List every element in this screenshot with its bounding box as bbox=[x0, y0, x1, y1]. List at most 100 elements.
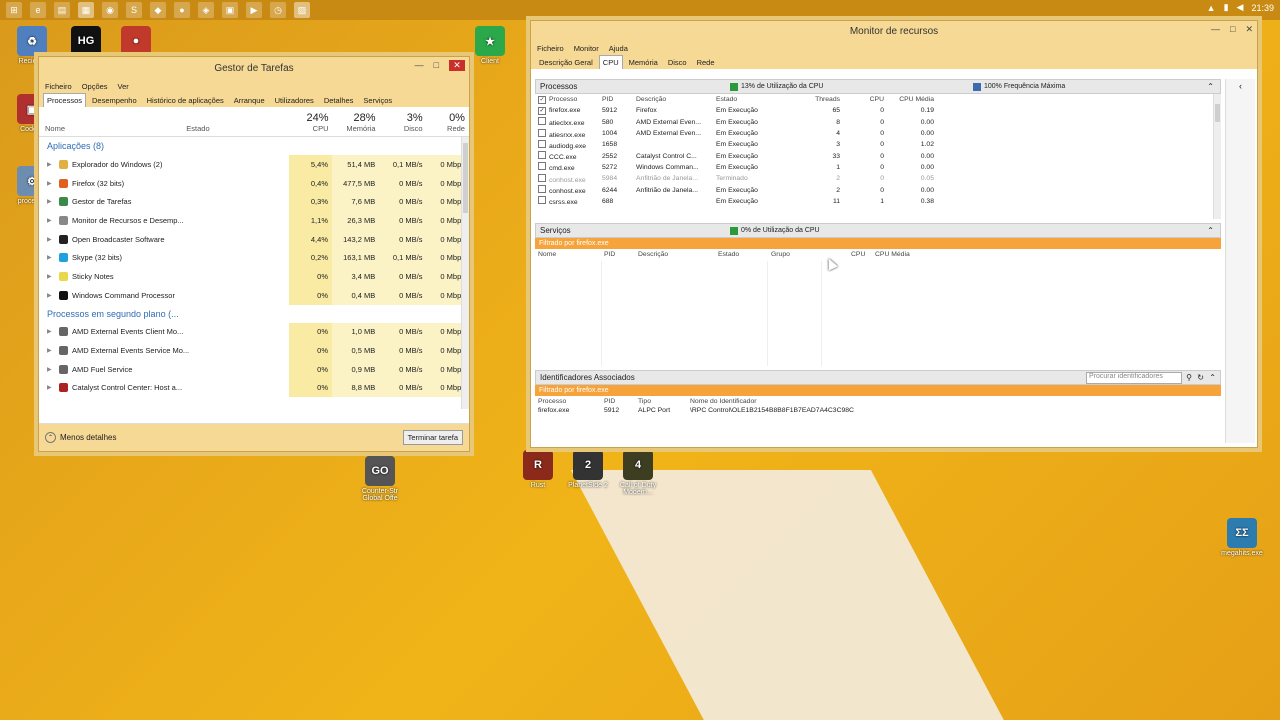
table-row[interactable]: ▶ Explorador do Windows (2) 5,4% 51,4 MB 0,1… bbox=[39, 155, 469, 174]
process-checkbox[interactable] bbox=[538, 162, 546, 171]
process-checkbox[interactable] bbox=[538, 185, 546, 194]
col-pid[interactable]: PID bbox=[602, 96, 636, 103]
collapse-icon[interactable]: ⌃ bbox=[1207, 226, 1214, 235]
col-memory[interactable]: 28% Memória bbox=[333, 112, 380, 133]
tab-memory[interactable]: Memória bbox=[625, 55, 662, 69]
expand-arrow-icon[interactable]: ▶ bbox=[47, 328, 55, 335]
taskbar-clock-icon[interactable]: ◷ bbox=[270, 2, 286, 18]
expand-arrow-icon[interactable]: ▶ bbox=[47, 366, 55, 373]
taskbar-app1-icon[interactable]: ◆ bbox=[150, 2, 166, 18]
taskbar-vs-icon[interactable]: ◈ bbox=[198, 2, 214, 18]
col-name[interactable]: Nome bbox=[39, 124, 186, 133]
expand-arrow-icon[interactable]: ▶ bbox=[47, 292, 55, 299]
table-row[interactable]: ▶ Windows Command Processor 0% 0,4 MB 0 MB/s… bbox=[39, 285, 469, 305]
col-description[interactable]: Descrição bbox=[638, 251, 718, 258]
col-group[interactable]: Grupo bbox=[771, 251, 851, 258]
refresh-icon[interactable]: ↻ bbox=[1197, 373, 1204, 382]
process-checkbox[interactable] bbox=[538, 151, 546, 160]
resmon-titlebar[interactable]: Monitor de recursos — □ ✕ bbox=[531, 21, 1257, 41]
process-checkbox[interactable] bbox=[538, 128, 546, 137]
col-description[interactable]: Descrição bbox=[636, 96, 716, 103]
col-cpu[interactable]: CPU bbox=[840, 96, 884, 103]
menu-help[interactable]: Ajuda bbox=[609, 44, 628, 53]
expand-arrow-icon[interactable]: ▶ bbox=[47, 273, 55, 280]
process-checkbox[interactable] bbox=[538, 139, 546, 148]
taskbar-folder-icon[interactable]: ▤ bbox=[54, 2, 70, 18]
clock[interactable]: 21:39 bbox=[1251, 3, 1274, 13]
table-row[interactable]: CCC.exe 2552 Catalyst Control C... Em Execu… bbox=[538, 150, 1221, 161]
chevron-up-icon[interactable]: ⌃ bbox=[45, 432, 56, 443]
col-cpu[interactable]: CPU bbox=[851, 251, 875, 258]
processes-scrollbar[interactable] bbox=[1213, 94, 1221, 219]
fewer-details-link[interactable]: Menos detalhes bbox=[60, 433, 116, 442]
expand-arrow-icon[interactable]: ▶ bbox=[47, 217, 55, 224]
expand-arrow-icon[interactable]: ▶ bbox=[47, 254, 55, 261]
table-row[interactable]: ▶ Gestor de Tarefas 0,3% 7,6 MB 0 MB/s 0 Mbps bbox=[39, 192, 469, 212]
expand-arrow-icon[interactable]: ▶ bbox=[47, 198, 55, 205]
tab-network[interactable]: Rede bbox=[693, 55, 719, 69]
col-cpu[interactable]: 24% CPU bbox=[289, 112, 332, 133]
desktop-icon[interactable]: ● bbox=[108, 26, 164, 58]
col-state[interactable]: Estado bbox=[716, 96, 800, 103]
col-cpu-avg[interactable]: CPU Média bbox=[884, 96, 934, 103]
taskbar-store-icon[interactable]: ▣ bbox=[222, 2, 238, 18]
select-all-checkbox[interactable]: ✓ bbox=[538, 95, 546, 104]
table-row[interactable]: ▶ Catalyst Control Center: Host a... 0% 8,8… bbox=[39, 378, 469, 398]
table-row[interactable]: conhost.exe 5984 Anfitrião de Janela... Ter… bbox=[538, 173, 1221, 184]
scroll-thumb[interactable] bbox=[1215, 104, 1220, 122]
tab-startup[interactable]: Arranque bbox=[230, 93, 269, 107]
menu-file[interactable]: Ficheiro bbox=[45, 82, 72, 91]
col-state[interactable]: Estado bbox=[718, 251, 771, 258]
table-row[interactable]: cmd.exe 5272 Windows Comman... Em Execução 1… bbox=[538, 162, 1221, 173]
tab-details[interactable]: Detalhes bbox=[320, 93, 358, 107]
table-row[interactable]: ▶ Open Broadcaster Software 4,4% 143,2 MB 0 … bbox=[39, 229, 469, 249]
network-icon[interactable]: ▮ bbox=[1224, 2, 1229, 13]
menu-monitor[interactable]: Monitor bbox=[574, 44, 599, 53]
table-row[interactable]: ▶ Monitor de Recursos e Desemp... 1,1% 26,3… bbox=[39, 211, 469, 230]
taskbar-ie-icon[interactable]: e bbox=[30, 2, 46, 18]
table-row[interactable]: conhost.exe 6244 Anfitrião de Janela... Em … bbox=[538, 184, 1221, 195]
close-button[interactable]: ✕ bbox=[449, 60, 465, 71]
desktop-icon[interactable]: ★ Client bbox=[462, 26, 518, 65]
process-checkbox[interactable] bbox=[538, 117, 546, 126]
minimize-button[interactable]: — bbox=[415, 60, 424, 71]
desktop-icon[interactable]: R Rust bbox=[510, 450, 566, 489]
taskbar-resmon-icon[interactable]: ▨ bbox=[294, 2, 310, 18]
task-manager-titlebar[interactable]: Gestor de Tarefas — □ ✕ bbox=[39, 57, 469, 79]
table-row[interactable]: ▶ Firefox (32 bits) 0,4% 477,5 MB 0 MB/s 0 Mb… bbox=[39, 173, 469, 193]
taskbar-obs-icon[interactable]: ● bbox=[174, 2, 190, 18]
table-row[interactable]: ▶ Sticky Notes 0% 3,4 MB 0 MB/s 0 Mbps bbox=[39, 267, 469, 286]
group-background[interactable]: Processos em segundo plano (... bbox=[39, 305, 469, 323]
end-task-button[interactable]: Terminar tarefa bbox=[402, 430, 463, 445]
up-arrow-icon[interactable]: ▲ bbox=[1207, 3, 1216, 13]
expand-arrow-icon[interactable]: ▶ bbox=[47, 384, 55, 391]
process-checkbox[interactable] bbox=[538, 173, 546, 182]
minimize-button[interactable]: — bbox=[1211, 24, 1220, 35]
tab-cpu[interactable]: CPU bbox=[598, 55, 623, 69]
taskbar-start-icon[interactable]: ⊞ bbox=[6, 2, 22, 18]
expand-arrow-icon[interactable]: ▶ bbox=[47, 180, 55, 187]
menu-options[interactable]: Opções bbox=[82, 82, 108, 91]
taskbar-media-icon[interactable]: ▶ bbox=[246, 2, 262, 18]
taskbar-chrome-icon[interactable]: ◉ bbox=[102, 2, 118, 18]
table-row[interactable]: ▶ AMD External Events Service Mo... 0% 0,5 … bbox=[39, 341, 469, 360]
col-pid[interactable]: PID bbox=[604, 398, 638, 405]
process-scrollbar[interactable] bbox=[461, 137, 469, 409]
desktop-icon[interactable]: GO Counter-Str Global Offe bbox=[352, 456, 408, 502]
table-row[interactable]: firefox.exe 5912 ALPC Port \RPC Control\… bbox=[538, 407, 1221, 415]
menu-view[interactable]: Ver bbox=[118, 82, 129, 91]
process-checkbox[interactable]: ✓ bbox=[538, 106, 546, 115]
table-row[interactable]: ✓ firefox.exe 5912 Firefox Em Execução 65 0 0.1… bbox=[538, 105, 1221, 116]
tab-services[interactable]: Serviços bbox=[359, 93, 396, 107]
desktop-icon[interactable]: 4 Call of Duty Modern... bbox=[610, 450, 666, 496]
scroll-thumb[interactable] bbox=[463, 143, 468, 213]
col-process[interactable]: Processo bbox=[538, 398, 604, 405]
tab-overview[interactable]: Descrição Geral bbox=[535, 55, 597, 69]
tab-processes[interactable]: Processos bbox=[43, 93, 87, 107]
tab-app-history[interactable]: Histórico de aplicações bbox=[143, 93, 228, 107]
table-row[interactable]: ▶ AMD External Events Client Mo... 0% 1,0 M… bbox=[39, 322, 469, 342]
col-type[interactable]: Tipo bbox=[638, 398, 690, 405]
taskbar-skype-icon[interactable]: S bbox=[126, 2, 142, 18]
collapse-icon[interactable]: ⌃ bbox=[1207, 82, 1214, 91]
tab-performance[interactable]: Desempenho bbox=[88, 93, 141, 107]
